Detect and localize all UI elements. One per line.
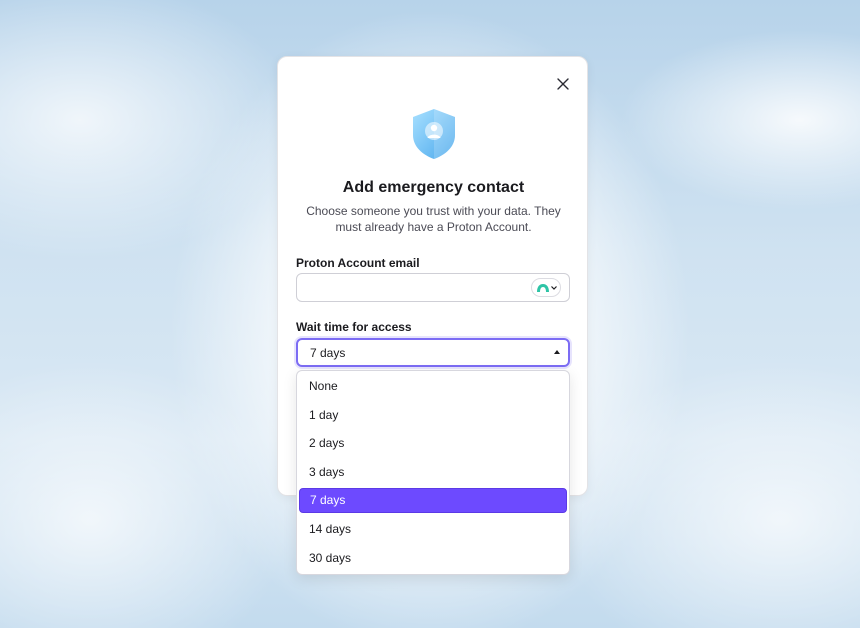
email-field-wrapper [296,273,570,302]
option-2-days[interactable]: 2 days [299,431,567,456]
option-7-days[interactable]: 7 days [299,488,567,514]
contacts-icon [536,283,549,292]
option-14-days[interactable]: 14 days [299,517,567,542]
contact-picker-button[interactable] [531,278,561,297]
modal-description: Choose someone you trust with your data.… [306,204,561,234]
wait-time-label: Wait time for access [296,320,412,334]
wait-time-value: 7 days [310,346,346,360]
modal-title: Add emergency contact [342,179,525,196]
option-3-days[interactable]: 3 days [299,460,567,485]
option-30-days[interactable]: 30 days [299,546,567,571]
option-none[interactable]: None [299,374,567,399]
close-button[interactable] [553,74,573,94]
email-field[interactable] [305,278,529,299]
option-1-day[interactable]: 1 day [299,403,567,428]
caret-up-icon [554,350,560,354]
close-icon [557,78,569,90]
chevron-down-icon [550,285,557,290]
shield-user-icon [413,109,455,159]
wait-time-select[interactable]: 7 days [296,338,570,367]
wait-time-dropdown: None 1 day 2 days 3 days 7 days 14 days … [296,370,570,575]
email-label: Proton Account email [296,256,420,270]
